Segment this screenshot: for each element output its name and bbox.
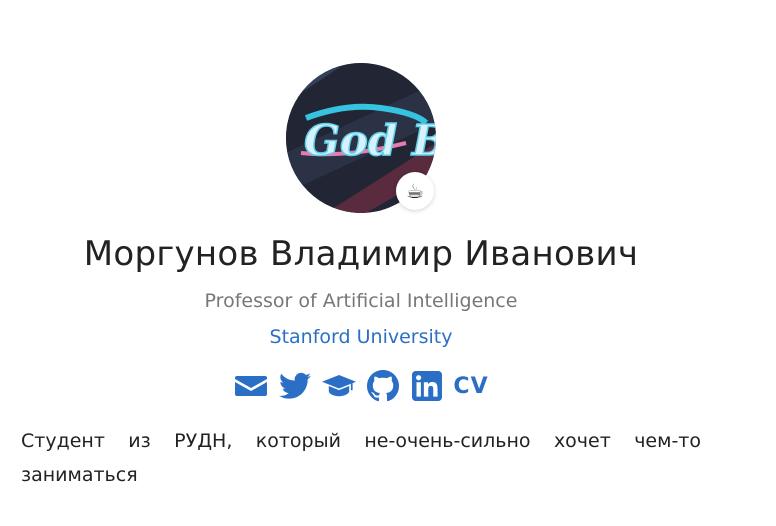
profile-bio: Студент из РУДН, который не-очень-сильно… (21, 430, 701, 486)
github-link[interactable] (366, 368, 400, 404)
cv-link[interactable]: CV (453, 368, 489, 404)
profile-affiliation: Stanford University (0, 326, 722, 348)
email-link[interactable] (234, 368, 268, 404)
twitter-link[interactable] (278, 368, 312, 404)
cv-icon: CV (453, 373, 489, 399)
avatar-lettering: God By (304, 116, 436, 165)
coffee-icon: ☕ (406, 179, 424, 203)
social-links: CV (0, 368, 722, 404)
profile-card: God By ☕ Моргунов Владимир Иванович Prof… (0, 0, 776, 526)
github-icon (367, 370, 399, 402)
twitter-icon (279, 372, 311, 399)
linkedin-link[interactable] (410, 368, 444, 404)
envelope-icon (235, 376, 267, 396)
status-badge: ☕ (396, 172, 434, 210)
profile-name: Моргунов Владимир Иванович (83, 234, 639, 274)
profile-title: Professor of Artificial Intelligence (204, 290, 518, 312)
scholar-link[interactable] (322, 368, 356, 404)
linkedin-icon (412, 371, 442, 401)
graduation-cap-icon (322, 374, 356, 397)
affiliation-link[interactable]: Stanford University (270, 326, 453, 348)
